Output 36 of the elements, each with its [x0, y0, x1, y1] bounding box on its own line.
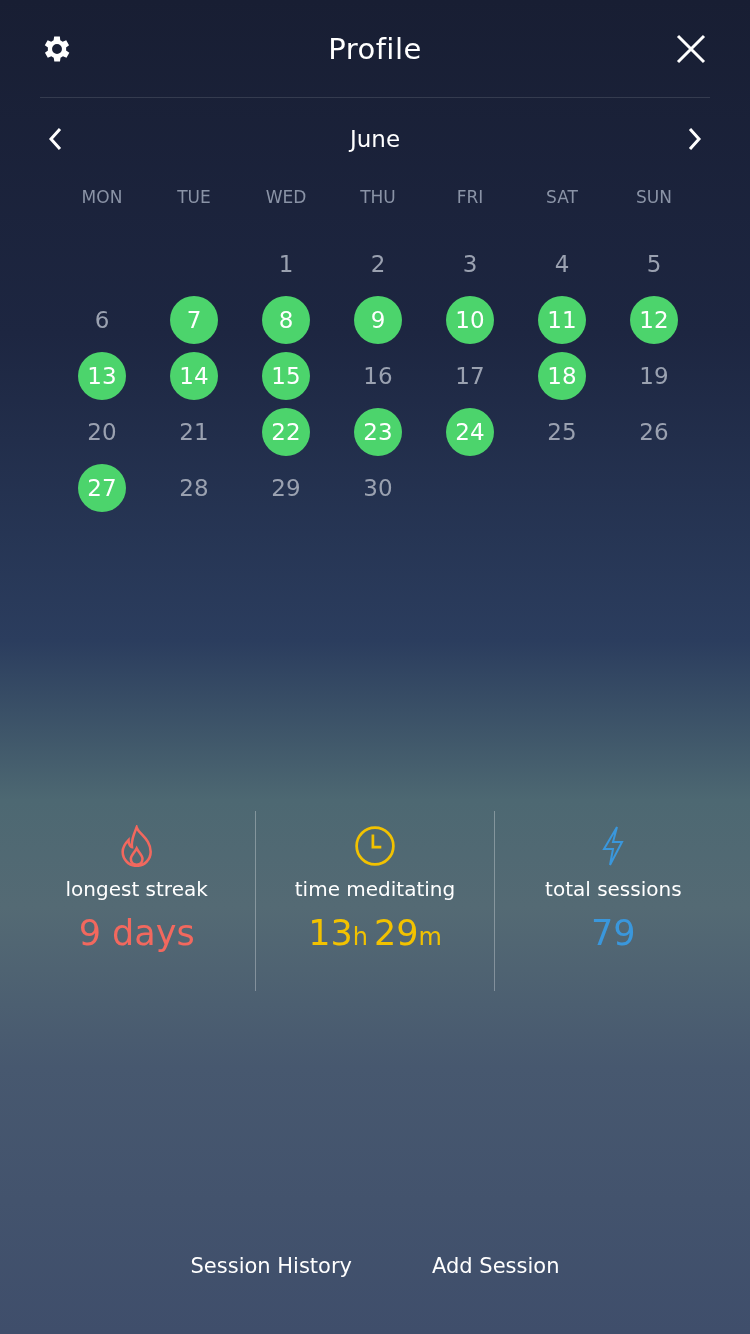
- next-month-icon[interactable]: [688, 127, 702, 151]
- calendar-day[interactable]: 28: [170, 464, 218, 512]
- footer-link[interactable]: Session History: [190, 1246, 352, 1286]
- stat-label: time meditating: [294, 877, 456, 901]
- month-label: June: [349, 126, 401, 152]
- calendar-day[interactable]: 17: [446, 352, 494, 400]
- calendar-day[interactable]: 25: [538, 408, 586, 456]
- calendar-day[interactable]: 20: [78, 408, 126, 456]
- stat-value: 9 days: [78, 913, 195, 953]
- stat-value: 13 h 29m: [308, 913, 442, 953]
- calendar-day[interactable]: 4: [538, 240, 586, 288]
- weekday-label: SUN: [635, 186, 673, 209]
- calendar-day[interactable]: 5: [630, 240, 678, 288]
- stat-label: total sessions: [545, 877, 682, 901]
- weekday-label: MON: [80, 186, 124, 209]
- screen-title: Profile: [328, 31, 422, 66]
- weekday-label: TUE: [176, 186, 212, 209]
- calendar-day[interactable]: 19: [630, 352, 678, 400]
- close-icon[interactable]: [676, 33, 706, 64]
- weekday-label: FRI: [455, 186, 485, 209]
- calendar-day[interactable]: 2: [354, 240, 402, 288]
- calendar-day[interactable]: 21: [170, 408, 218, 456]
- calendar-day[interactable]: 26: [630, 408, 678, 456]
- calendar-day[interactable]: 3: [446, 240, 494, 288]
- calendar-day[interactable]: 1: [262, 240, 310, 288]
- weekday-label: THU: [359, 186, 397, 209]
- weekday-label: WED: [264, 186, 308, 209]
- stat-value: 79: [591, 913, 636, 953]
- calendar-day[interactable]: 29: [262, 464, 310, 512]
- footer-link[interactable]: Add Session: [432, 1246, 560, 1286]
- weekday-label: SAT: [545, 186, 579, 209]
- calendar-day[interactable]: 6: [78, 296, 126, 344]
- previous-month-icon[interactable]: [48, 127, 62, 151]
- stat-label: longest streak: [65, 877, 208, 901]
- calendar-day[interactable]: 30: [354, 464, 402, 512]
- calendar-day[interactable]: 16: [354, 352, 402, 400]
